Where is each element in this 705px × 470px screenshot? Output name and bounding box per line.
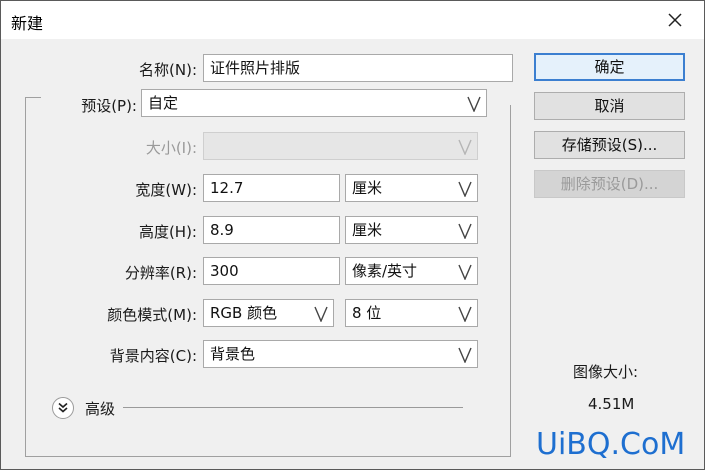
preset-label: 预设(P): <box>81 97 137 115</box>
chevron-down-icon <box>458 139 472 155</box>
new-document-dialog: 新建 名称(N): 证件照片排版 预设(P): 自定 大小(I): 宽度(W):… <box>0 0 705 470</box>
bit-depth-select[interactable]: 8 位 <box>345 299 478 327</box>
resolution-unit-value: 像素/英寸 <box>352 262 418 280</box>
color-mode-label: 颜色模式(M): <box>107 306 197 324</box>
size-select[interactable] <box>203 132 478 160</box>
bit-depth-value: 8 位 <box>352 304 382 322</box>
ok-button[interactable]: 确定 <box>534 53 685 81</box>
background-select[interactable]: 背景色 <box>203 340 478 368</box>
delete-preset-button[interactable]: 删除预设(D)... <box>534 170 685 198</box>
size-label: 大小(I): <box>145 139 197 157</box>
chevron-down-icon <box>458 223 472 239</box>
width-input[interactable]: 12.7 <box>203 174 340 202</box>
preset-select[interactable]: 自定 <box>141 89 487 117</box>
width-label: 宽度(W): <box>135 181 197 199</box>
name-input[interactable]: 证件照片排版 <box>203 54 513 82</box>
chevron-down-icon <box>314 306 328 322</box>
height-unit-value: 厘米 <box>352 221 383 239</box>
background-value: 背景色 <box>210 345 256 363</box>
cancel-button[interactable]: 取消 <box>534 92 685 120</box>
save-preset-button[interactable]: 存储预设(S)... <box>534 131 685 159</box>
resolution-unit-select[interactable]: 像素/英寸 <box>345 257 478 285</box>
height-input[interactable]: 8.9 <box>203 216 340 244</box>
chevron-down-icon <box>458 306 472 322</box>
double-chevron-down-icon <box>58 402 68 413</box>
dialog-title: 新建 <box>11 14 44 33</box>
chevron-down-icon <box>458 347 472 363</box>
image-size-label: 图像大小: <box>573 363 639 381</box>
color-mode-select[interactable]: RGB 颜色 <box>203 299 334 327</box>
close-button[interactable] <box>665 10 685 30</box>
height-unit-select[interactable]: 厘米 <box>345 216 478 244</box>
watermark: UiBQ.CoM <box>536 427 686 462</box>
image-size-value: 4.51M <box>588 395 635 413</box>
advanced-toggle-button[interactable] <box>52 397 74 419</box>
resolution-label: 分辨率(R): <box>124 264 197 282</box>
chevron-down-icon <box>458 264 472 280</box>
resolution-input[interactable]: 300 <box>203 257 340 285</box>
chevron-down-icon <box>467 96 481 112</box>
name-label: 名称(N): <box>139 61 197 79</box>
height-label: 高度(H): <box>138 223 197 241</box>
advanced-divider <box>123 407 463 408</box>
title-bar: 新建 <box>1 1 704 39</box>
preset-value: 自定 <box>148 94 179 112</box>
advanced-label: 高级 <box>85 400 116 418</box>
width-unit-select[interactable]: 厘米 <box>345 174 478 202</box>
close-icon <box>668 13 682 27</box>
background-label: 背景内容(C): <box>109 347 197 365</box>
width-unit-value: 厘米 <box>352 179 383 197</box>
color-mode-value: RGB 颜色 <box>210 304 278 322</box>
chevron-down-icon <box>458 181 472 197</box>
